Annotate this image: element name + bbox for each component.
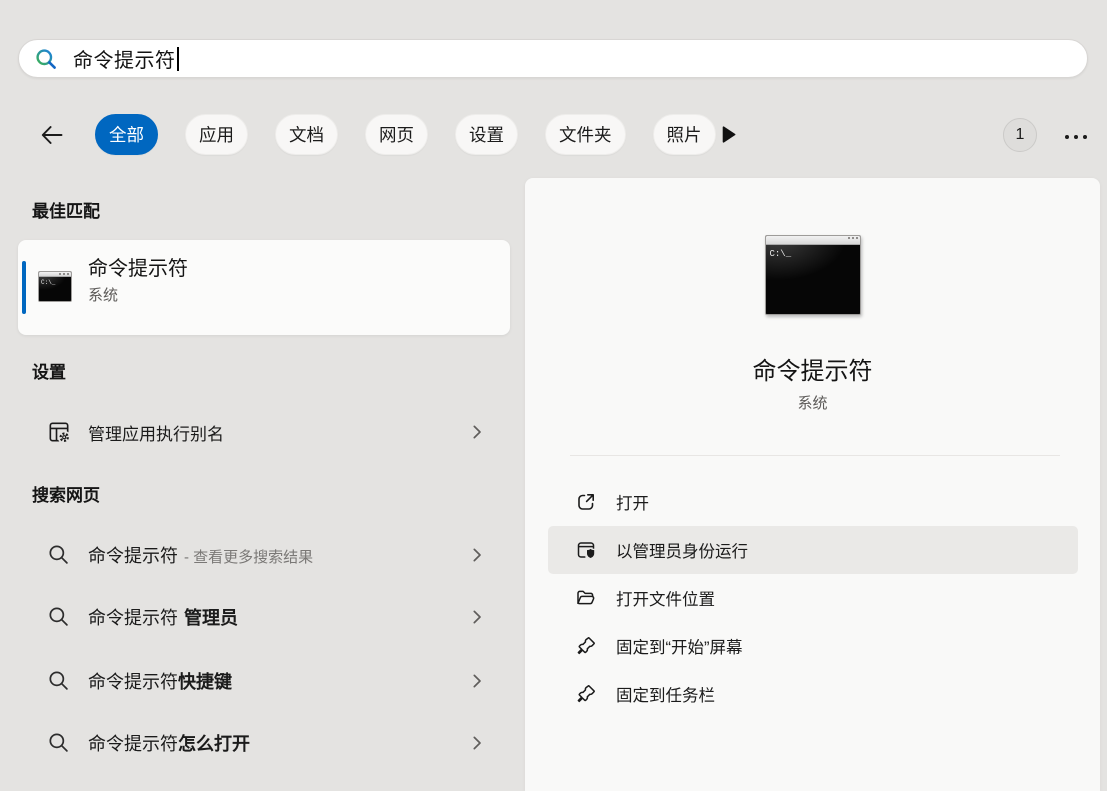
pin-icon — [575, 635, 597, 657]
settings-result-item[interactable]: 管理应用执行别名 — [18, 408, 510, 456]
web-search-label: 命令提示符怎么打开 — [88, 734, 250, 754]
action-list: 打开 以管理员身份运行 打开文件位置 固定到“开始”屏幕 固定到任务栏 — [548, 478, 1078, 718]
results-count-badge[interactable]: 1 — [1003, 118, 1037, 152]
settings-result-label: 管理应用执行别名 — [88, 424, 224, 444]
search-query-text: 命令提示符 — [73, 50, 176, 72]
filters-expand-icon[interactable] — [722, 126, 736, 143]
tab-all[interactable]: 全部 — [95, 114, 158, 155]
web-search-label: 命令提示符 - 查看更多搜索结果 — [88, 546, 314, 566]
search-suggestion-icon — [46, 542, 72, 568]
tab-web[interactable]: 网页 — [365, 114, 428, 155]
search-suggestion-icon — [46, 730, 72, 756]
tab-photos[interactable]: 照片 — [652, 114, 716, 155]
selection-accent-bar — [22, 261, 26, 314]
settings-section-header: 设置 — [32, 363, 66, 382]
web-search-label: 命令提示符快捷键 — [88, 672, 232, 692]
cmd-app-icon-large: C:\_ — [764, 235, 861, 315]
open-external-icon — [575, 491, 597, 513]
best-match-subtitle: 系统 — [88, 287, 119, 304]
chevron-right-icon — [468, 423, 486, 441]
action-run-as-admin[interactable]: 以管理员身份运行 — [548, 526, 1078, 574]
preview-app-subtitle: 系统 — [797, 395, 828, 412]
tab-settings[interactable]: 设置 — [455, 114, 518, 155]
preview-panel: C:\_ 命令提示符 系统 打开 以管理员身份运行 打开文件位置 固定到“开始”… — [525, 178, 1100, 791]
back-button[interactable] — [38, 121, 66, 149]
search-input[interactable]: 命令提示符 — [18, 39, 1088, 78]
chevron-right-icon — [468, 608, 486, 626]
best-match-header: 最佳匹配 — [32, 202, 100, 221]
filter-tabs: 全部 应用 文档 网页 设置 文件夹 照片 — [95, 114, 716, 155]
action-open-file-location[interactable]: 打开文件位置 — [548, 574, 1078, 622]
chevron-right-icon — [468, 672, 486, 690]
web-search-item[interactable]: 命令提示符怎么打开 — [18, 719, 510, 767]
text-cursor — [176, 46, 179, 71]
chevron-right-icon — [468, 734, 486, 752]
app-execution-alias-icon — [46, 419, 72, 445]
action-open[interactable]: 打开 — [548, 478, 1078, 526]
action-label: 以管理员身份运行 — [616, 543, 748, 561]
tab-folders[interactable]: 文件夹 — [545, 114, 626, 155]
action-label: 固定到“开始”屏幕 — [616, 639, 743, 657]
chevron-right-icon — [468, 546, 486, 564]
best-match-title: 命令提示符 — [88, 258, 188, 280]
divider — [570, 455, 1060, 456]
web-search-item[interactable]: 命令提示符快捷键 — [18, 657, 510, 705]
web-search-item[interactable]: 命令提示符 - 查看更多搜索结果 — [18, 531, 510, 579]
pin-icon — [575, 683, 597, 705]
tab-documents[interactable]: 文档 — [275, 114, 338, 155]
windows-search-window: { "colors": { "background": "#e4e3e1", "… — [0, 0, 1107, 791]
best-match-item[interactable]: C:\_ 命令提示符 系统 — [18, 240, 510, 335]
preview-app-title: 命令提示符 — [752, 358, 873, 385]
cmd-app-icon: C:\_ — [38, 271, 72, 302]
more-options-icon[interactable] — [1060, 130, 1092, 144]
web-search-label: 命令提示符 管理员 — [88, 608, 238, 628]
action-label: 打开 — [616, 495, 649, 513]
action-pin-to-taskbar[interactable]: 固定到任务栏 — [548, 670, 1078, 718]
search-suggestion-icon — [46, 668, 72, 694]
action-label: 固定到任务栏 — [616, 687, 715, 705]
action-label: 打开文件位置 — [616, 591, 715, 609]
web-search-section-header: 搜索网页 — [32, 486, 100, 505]
web-search-item[interactable]: 命令提示符 管理员 — [18, 593, 510, 641]
folder-open-icon — [575, 587, 597, 609]
tab-apps[interactable]: 应用 — [185, 114, 248, 155]
admin-shield-icon — [575, 539, 597, 561]
search-icon — [34, 47, 58, 71]
action-pin-to-start[interactable]: 固定到“开始”屏幕 — [548, 622, 1078, 670]
search-suggestion-icon — [46, 604, 72, 630]
